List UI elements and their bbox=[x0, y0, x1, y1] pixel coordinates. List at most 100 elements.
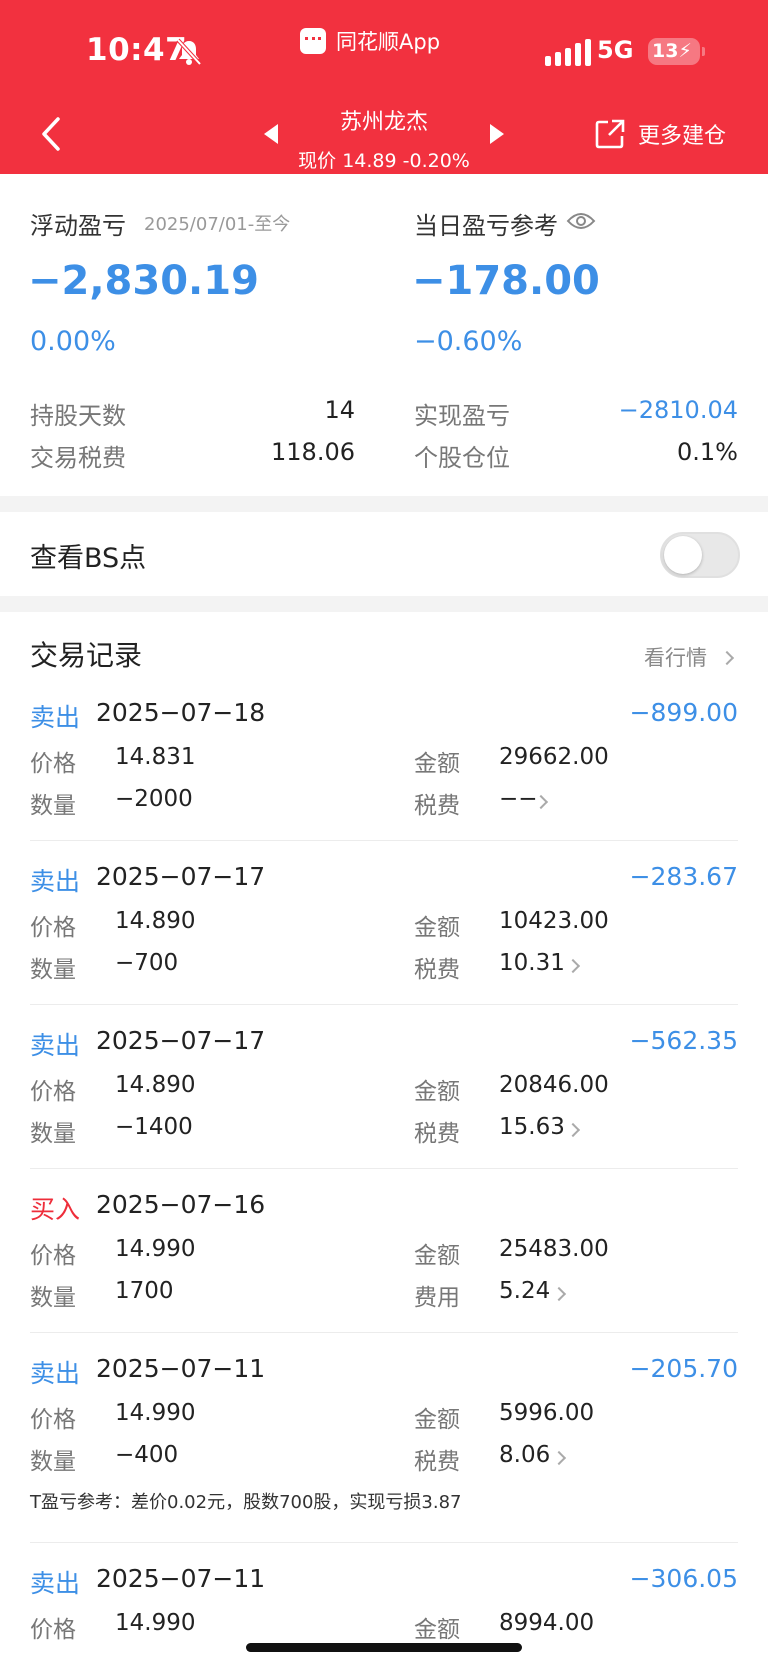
trade-date: 2025−07−18 bbox=[96, 698, 266, 727]
battery-icon: 13⚡ bbox=[648, 38, 705, 65]
realized-pl-label: 实现盈亏 bbox=[414, 402, 510, 430]
price-value: 14.831 bbox=[115, 744, 196, 770]
qty-label: 数量 bbox=[30, 1449, 76, 1475]
profit-summary: 浮动盈亏 2025/07/01-至今 −2,830.19 0.00% 当日盈亏参… bbox=[0, 174, 768, 496]
fee-label: 税费 bbox=[414, 1449, 460, 1475]
qty-value: −700 bbox=[115, 950, 179, 976]
qty-label: 数量 bbox=[30, 957, 76, 983]
trade-pl: −899.00 bbox=[629, 698, 738, 727]
qty-label: 数量 bbox=[30, 1285, 76, 1311]
trade-date: 2025−07−11 bbox=[96, 1354, 266, 1383]
qty-value: −2000 bbox=[115, 786, 193, 812]
amount-label: 金额 bbox=[414, 751, 460, 777]
chevron-right-icon bbox=[551, 1450, 567, 1466]
amount-value: 29662.00 bbox=[499, 744, 609, 770]
t-pl-note: T盈亏参考：差价0.02元，股数700股，实现亏损3.87 bbox=[30, 1492, 462, 1513]
app-source-badge[interactable]: 同花顺App bbox=[300, 26, 440, 56]
trade-record[interactable]: 卖出 2025−07−17 −562.35 价格 14.890 金额 20846… bbox=[0, 1026, 768, 1166]
more-position-label: 更多建仓 bbox=[638, 124, 727, 149]
price-label: 价格 bbox=[30, 1243, 76, 1269]
chevron-right-icon bbox=[719, 650, 734, 666]
trade-type: 卖出 bbox=[30, 1569, 81, 1598]
fee-value: 15.63 bbox=[499, 1114, 565, 1140]
price-value: 14.890 bbox=[115, 908, 196, 934]
trade-type: 卖出 bbox=[30, 867, 81, 896]
trade-pl: −562.35 bbox=[629, 1026, 738, 1055]
trade-fee-label: 交易税费 bbox=[30, 444, 126, 472]
amount-value: 8994.00 bbox=[499, 1610, 595, 1636]
next-stock-icon[interactable] bbox=[490, 124, 504, 144]
daily-pl-value: −178.00 bbox=[412, 258, 600, 304]
signal-icon bbox=[545, 38, 591, 66]
price-value: 14.990 bbox=[115, 1236, 196, 1262]
trade-record[interactable]: 卖出 2025−07−18 −899.00 价格 14.831 金额 29662… bbox=[0, 698, 768, 838]
trade-type: 卖出 bbox=[30, 703, 81, 732]
fee-value: −− bbox=[499, 786, 538, 812]
trade-fee-value: 118.06 bbox=[271, 438, 355, 466]
price-value: 14.890 bbox=[115, 1072, 196, 1098]
amount-value: 20846.00 bbox=[499, 1072, 609, 1098]
app-name: 同花顺App bbox=[336, 30, 441, 54]
fee-value: 5.24 bbox=[499, 1278, 551, 1304]
divider bbox=[30, 1004, 738, 1005]
price-label: 价格 bbox=[30, 915, 76, 941]
fee-label: 税费 bbox=[414, 957, 460, 983]
bell-muted-icon bbox=[176, 38, 202, 66]
price-label: 价格 bbox=[30, 1407, 76, 1433]
fee-label: 税费 bbox=[414, 793, 460, 819]
divider bbox=[30, 840, 738, 841]
trade-date: 2025−07−16 bbox=[96, 1190, 266, 1219]
home-indicator[interactable] bbox=[246, 1643, 522, 1652]
realized-pl-value: −2810.04 bbox=[618, 396, 738, 424]
bs-point-label: 查看BS点 bbox=[30, 543, 147, 574]
trade-pl: −205.70 bbox=[629, 1354, 738, 1383]
position-value: 0.1% bbox=[677, 438, 738, 466]
view-market-link[interactable]: 看行情 bbox=[644, 642, 734, 672]
amount-label: 金额 bbox=[414, 1407, 460, 1433]
chevron-right-icon bbox=[565, 1122, 581, 1138]
amount-label: 金额 bbox=[414, 1617, 460, 1643]
amount-label: 金额 bbox=[414, 1243, 460, 1269]
float-pl-period: 2025/07/01-至今 bbox=[144, 214, 291, 235]
external-link-icon bbox=[595, 119, 625, 149]
trade-date: 2025−07−11 bbox=[96, 1564, 266, 1593]
price-value: 14.990 bbox=[115, 1610, 196, 1636]
position-label: 个股仓位 bbox=[414, 444, 510, 472]
trade-type: 买入 bbox=[30, 1195, 81, 1224]
trade-records: 交易记录 看行情 卖出 2025−07−18 −899.00 价格 14.831… bbox=[0, 612, 768, 1665]
trade-pl: −283.67 bbox=[629, 862, 738, 891]
top-header: 10:47 同花顺App 5G 13⚡ 苏州龙杰 现价 14.89 -0.20%… bbox=[0, 0, 768, 174]
fee-label: 税费 bbox=[414, 1121, 460, 1147]
daily-pl-label: 当日盈亏参考 bbox=[414, 212, 558, 240]
battery-level: 13 bbox=[652, 40, 679, 62]
stock-price: 现价 14.89 -0.20% bbox=[298, 150, 470, 172]
fee-label: 费用 bbox=[414, 1285, 460, 1311]
hold-days-label: 持股天数 bbox=[30, 402, 126, 430]
daily-pl-pct: −0.60% bbox=[414, 326, 523, 357]
amount-value: 5996.00 bbox=[499, 1400, 595, 1426]
trade-type: 卖出 bbox=[30, 1031, 81, 1060]
trade-record[interactable]: 卖出 2025−07−17 −283.67 价格 14.890 金额 10423… bbox=[0, 862, 768, 1002]
divider bbox=[30, 1168, 738, 1169]
trade-record[interactable]: 买入 2025−07−16 价格 14.990 金额 25483.00 数量 1… bbox=[0, 1190, 768, 1330]
divider bbox=[30, 1332, 738, 1333]
price-label: 价格 bbox=[30, 751, 76, 777]
trade-date: 2025−07−17 bbox=[96, 1026, 266, 1055]
float-pl-label: 浮动盈亏 bbox=[30, 212, 126, 240]
view-market-label: 看行情 bbox=[644, 646, 707, 670]
bs-point-toggle[interactable] bbox=[660, 532, 740, 578]
price-label: 价格 bbox=[30, 1079, 76, 1105]
chevron-right-icon bbox=[551, 1286, 567, 1302]
trade-record[interactable]: 卖出 2025−07−11 −205.70 价格 14.990 金额 5996.… bbox=[0, 1354, 768, 1530]
hold-days-value: 14 bbox=[324, 396, 355, 424]
eye-icon[interactable] bbox=[566, 210, 596, 232]
fee-value: 10.31 bbox=[499, 950, 565, 976]
price-label: 价格 bbox=[30, 1617, 76, 1643]
trade-date: 2025−07−17 bbox=[96, 862, 266, 891]
status-time: 10:47 bbox=[86, 32, 188, 68]
amount-label: 金额 bbox=[414, 1079, 460, 1105]
app-logo-icon bbox=[300, 28, 326, 54]
more-position-button[interactable]: 更多建仓 bbox=[594, 118, 726, 150]
qty-label: 数量 bbox=[30, 1121, 76, 1147]
qty-label: 数量 bbox=[30, 793, 76, 819]
